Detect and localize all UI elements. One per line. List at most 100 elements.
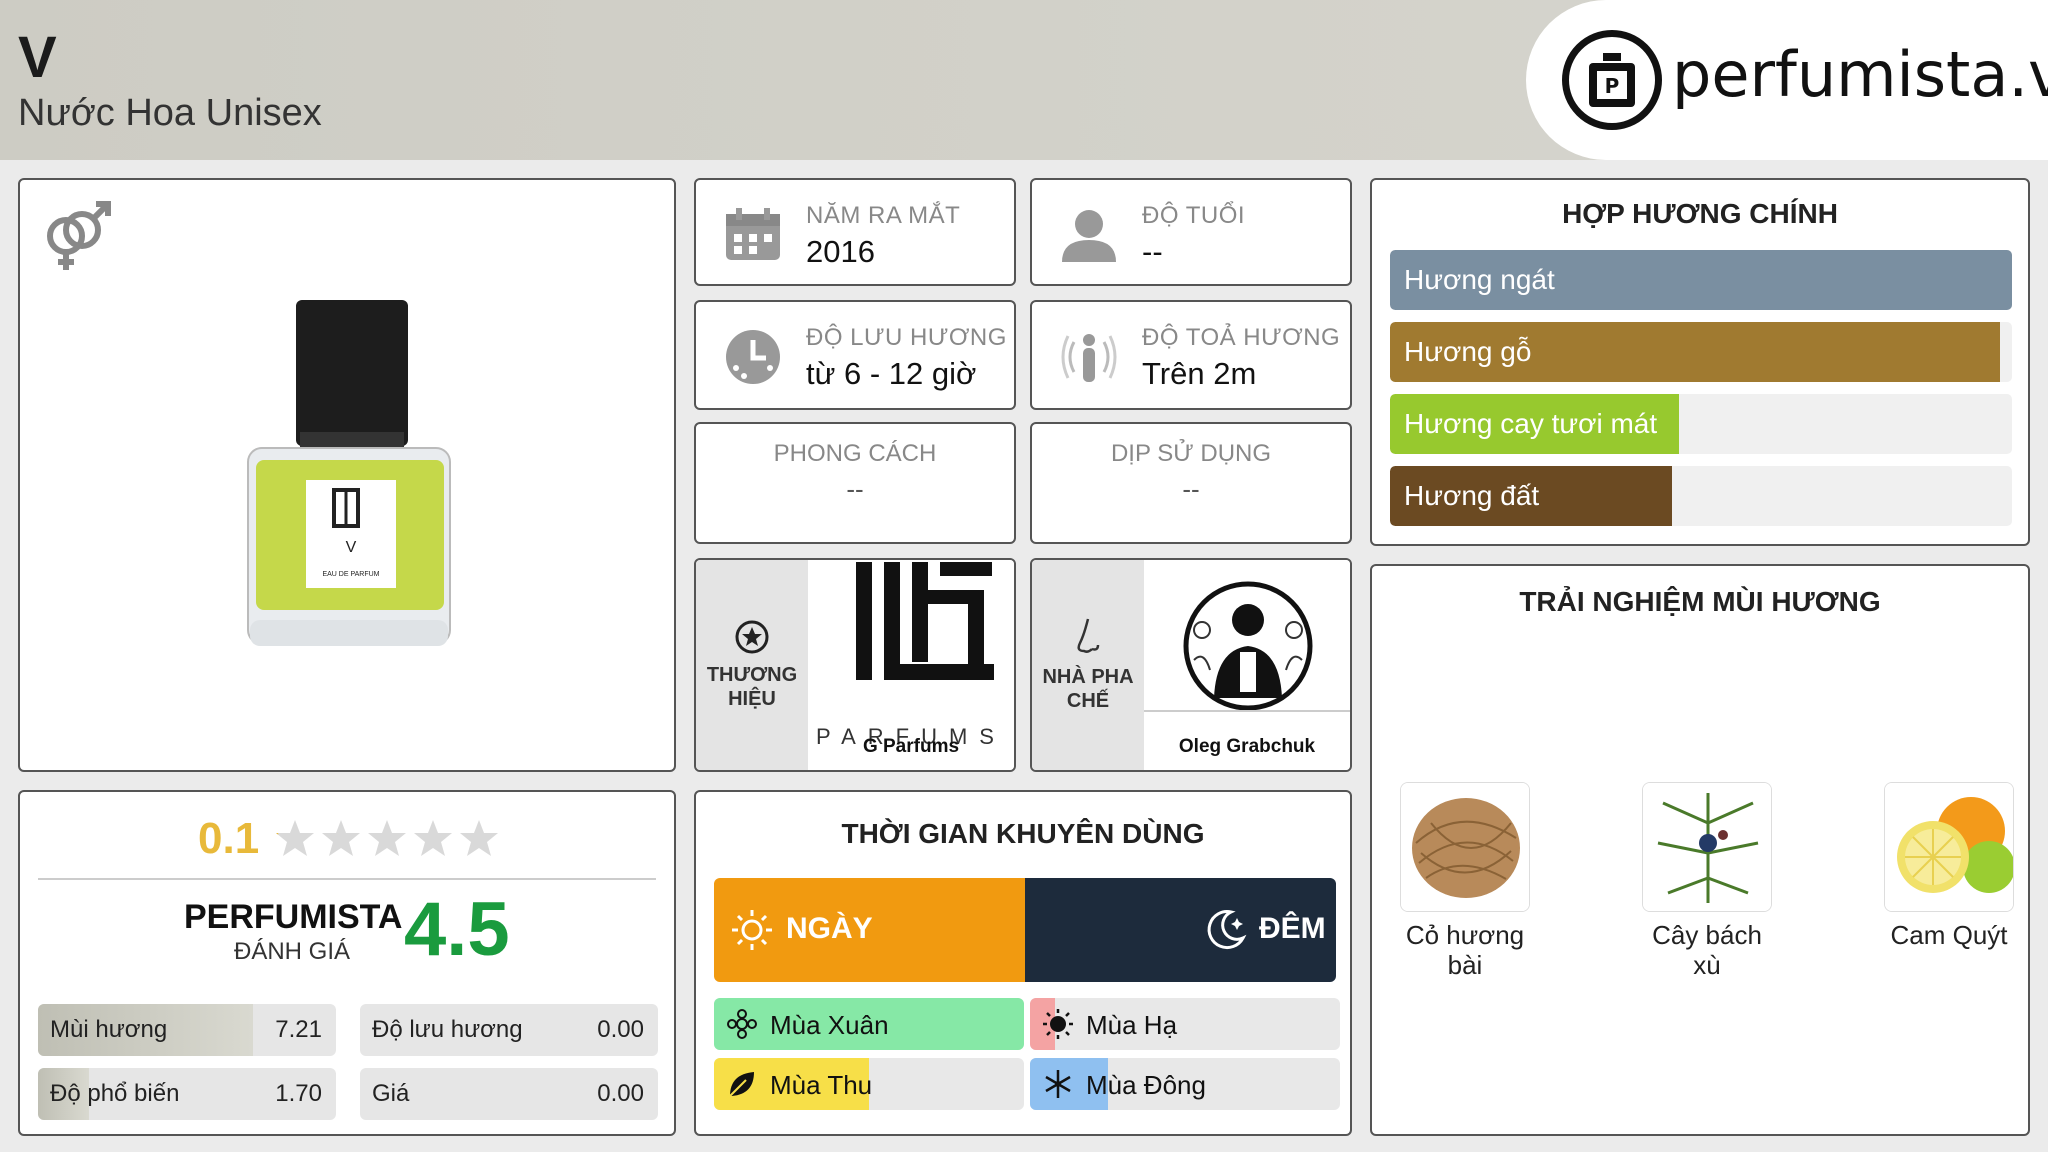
day-label: NGÀY [786,912,873,945]
season-label: Mùa Xuân [770,1010,889,1040]
age-value: -- [1142,234,1163,269]
night-segment: ĐÊM [1025,878,1336,982]
bottle-sublabel: EAU DE PARFUM [322,571,379,578]
launch-year-value: 2016 [806,234,875,269]
scent-notes-card: TRẢI NGHIỆM MÙI HƯƠNG Cỏ hương bài Cây b… [1370,564,2030,1136]
calendar-icon [724,206,782,264]
metric-value: 0.00 [597,1080,644,1107]
occasion-value: -- [1182,474,1200,504]
star-circle-icon [735,620,769,654]
rating-divider [38,878,656,880]
svg-text:P: P [1605,74,1620,98]
accord-label: Hương ngát [1404,264,1555,295]
metric-value: 7.21 [275,1016,322,1043]
season-bar: Mùa Thu [714,1058,1024,1110]
perfumer-side: NHÀ PHA CHẾ [1032,560,1144,770]
note-citrus[interactable]: Cam Quýt [1884,782,2014,950]
sillage-icon [1060,328,1118,386]
site-logo[interactable]: P perfumista.vn [1526,0,2048,160]
occasion-label: DỊP SỬ DỤNG [1110,440,1272,467]
perfumer-card[interactable]: NHÀ PHA CHẾ Oleg Grabchuk [1030,558,1352,772]
moon-icon [1207,910,1247,950]
age-card: ĐỘ TUỔI -- [1030,178,1352,286]
metric-value: 0.00 [597,1016,644,1043]
bottle-label: V [346,539,357,556]
sun-icon [1042,1008,1074,1040]
rating-card: 0.1 PERFUMISTA ĐÁNH GIÁ 4.5 Mùi hương 7.2… [18,790,676,1136]
longevity-label: ĐỘ LƯU HƯƠNG [806,324,1007,351]
logo-text: perfumista.vn [1672,38,2048,111]
note-vetiver[interactable]: Cỏ hương bài [1400,782,1530,980]
perfumista-score: 4.5 [404,887,510,972]
accord-bar: Hương ngát [1390,250,2012,310]
juniper-image [1642,782,1772,912]
night-label: ĐÊM [1259,912,1326,945]
accord-bar: Hương đất [1390,466,2012,526]
style-value: -- [846,474,864,504]
accord-label: Hương cay tươi mát [1404,408,1658,439]
perfume-bottle-image: V EAU DE PARFUM [220,300,460,660]
season-label: Mùa Hạ [1086,1010,1178,1040]
rating-star-icon[interactable] [274,818,316,860]
header: V Nước Hoa Unisex P perfumista.vn [0,0,2048,160]
note-label: Cây bách xù [1652,920,1762,980]
longevity-value: từ 6 - 12 giờ [806,356,977,391]
style-card: PHONG CÁCH -- [694,422,1016,544]
metric-label: Độ phổ biến [50,1080,180,1107]
season-label: Mùa Thu [770,1070,873,1100]
person-icon [1060,206,1118,264]
brand-name[interactable]: G Parfums [808,736,1014,758]
scent-notes-title: TRẢI NGHIỆM MÙI HƯƠNG [1519,586,1881,617]
season-bar: Mùa Xuân [714,998,1024,1050]
metric-label: Giá [372,1080,410,1107]
launch-year-card: NĂM RA MẮT 2016 [694,178,1016,286]
style-label: PHONG CÁCH [773,440,937,467]
rating-metric: Mùi hương 7.21 [38,1004,336,1056]
perfumista-label: PERFUMISTA [184,898,403,936]
rating-metric: Giá 0.00 [360,1068,658,1120]
brand-card[interactable]: THƯƠNG HIỆU PARFUMS G Parfums [694,558,1016,772]
rating-metric: Độ phổ biến 1.70 [38,1068,336,1120]
occasion-card: DỊP SỬ DỤNG -- [1030,422,1352,544]
note-label: Cam Quýt [1890,920,2008,950]
rating-star-icon[interactable] [366,818,408,860]
flower-icon [726,1008,758,1040]
rating-star-icon[interactable] [320,818,362,860]
recommended-time-title: THỜI GIAN KHUYÊN DÙNG [841,818,1205,849]
user-rating-score: 0.1 [198,814,260,863]
accord-label: Hương đất [1404,480,1540,511]
accord-label: Hương gỗ [1404,336,1532,367]
vetiver-image [1400,782,1530,912]
metric-label: Mùi hương [50,1016,168,1043]
unisex-icon [36,196,116,276]
sillage-value: Trên 2m [1142,356,1257,391]
note-juniper[interactable]: Cây bách xù [1642,782,1772,980]
launch-year-label: NĂM RA MẮT [806,202,961,229]
longevity-card: ĐỘ LƯU HƯƠNG từ 6 - 12 giờ [694,300,1016,410]
rating-star-icon[interactable] [412,818,454,860]
perfumer-name[interactable]: Oleg Grabchuk [1144,736,1350,758]
day-segment: NGÀY [714,878,1025,982]
metric-label: Độ lưu hương [372,1016,523,1043]
main-accords-card: HỢP HƯƠNG CHÍNH Hương ngát Hương gỗ Hương … [1370,178,2030,546]
clock-icon [724,328,782,386]
brand-label: THƯƠNG HIỆU [706,664,798,710]
season-bar: Mùa Đông [1030,1058,1340,1110]
perfume-title: V [18,25,57,90]
perfumer-label: NHÀ PHA CHẾ [1042,666,1134,712]
rating-metric: Độ lưu hương 0.00 [360,1004,658,1056]
season-label: Mùa Đông [1086,1070,1206,1100]
perfume-subtitle: Nước Hoa Unisex [18,92,322,134]
product-card: V EAU DE PARFUM [18,178,676,772]
sillage-label: ĐỘ TOẢ HƯƠNG [1142,324,1341,351]
season-bar: Mùa Hạ [1030,998,1340,1050]
sun-icon [732,910,772,950]
leaf-icon [726,1068,758,1100]
logo-bottle-icon: P [1562,30,1662,130]
rating-star-icon[interactable] [458,818,500,860]
main-accords-title: HỢP HƯƠNG CHÍNH [1562,198,1838,229]
recommended-time-card: THỜI GIAN KHUYÊN DÙNG NGÀY ĐÊM Mùa Xuân M… [694,790,1352,1136]
age-label: ĐỘ TUỔI [1142,202,1246,229]
nose-icon [1077,618,1100,653]
brand-side: THƯƠNG HIỆU [696,560,808,770]
